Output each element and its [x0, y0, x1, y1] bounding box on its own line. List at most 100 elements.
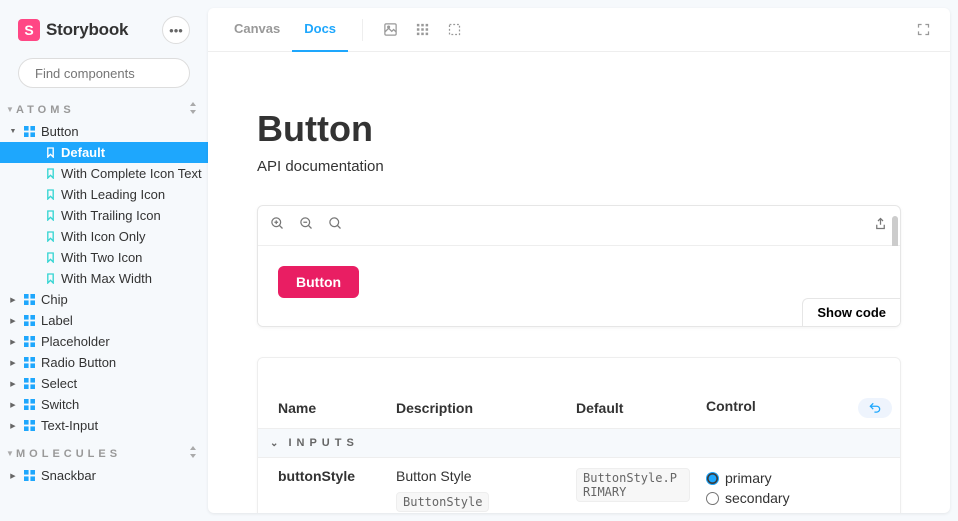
- bookmark-icon: [46, 147, 55, 158]
- tree-item-switch[interactable]: ▶Switch: [0, 394, 208, 415]
- sort-icon[interactable]: [188, 446, 198, 461]
- caret-down-icon: ▼: [8, 128, 18, 135]
- tree-item-trailing-icon[interactable]: ▶ With Trailing Icon: [0, 205, 208, 226]
- grid-addon-icon[interactable]: [409, 17, 435, 43]
- sort-icon[interactable]: [188, 102, 198, 117]
- args-section-inputs[interactable]: ⌄ INPUTS: [258, 429, 900, 458]
- tree-item-max-width[interactable]: ▶ With Max Width: [0, 268, 208, 289]
- tree-item-placeholder[interactable]: ▶Placeholder: [0, 331, 208, 352]
- component-icon: [24, 399, 35, 410]
- app-name: Storybook: [46, 20, 128, 40]
- tree-item-chip[interactable]: ▶Chip: [0, 289, 208, 310]
- show-code-button[interactable]: Show code: [802, 298, 900, 326]
- component-icon: [24, 357, 35, 368]
- bookmark-icon: [46, 252, 55, 263]
- tree-item-select[interactable]: ▶Select: [0, 373, 208, 394]
- tree-item-complete-icon-text[interactable]: ▶ With Complete Icon Text: [0, 163, 208, 184]
- caret-right-icon: ▶: [8, 317, 18, 325]
- toolbar-divider: [362, 19, 363, 41]
- preview-toolbar: [258, 206, 900, 246]
- main-panel: Canvas Docs Button API documentation: [208, 8, 950, 513]
- ellipsis-icon: •••: [169, 23, 183, 38]
- arg-name: buttonStyle: [258, 458, 388, 514]
- caret-right-icon: ▶: [8, 401, 18, 409]
- caret-right-icon: ▶: [8, 338, 18, 346]
- tree-item-snackbar[interactable]: ▶Snackbar: [0, 465, 208, 486]
- tree-item-text-input[interactable]: ▶Text-Input: [0, 415, 208, 436]
- args-table: Name Description Default Control: [258, 388, 900, 513]
- tree-item-label[interactable]: ▶Label: [0, 310, 208, 331]
- arg-description-cell: Button Style ButtonStyle: [388, 458, 568, 514]
- component-icon: [24, 336, 35, 347]
- caret-right-icon: ▶: [8, 422, 18, 430]
- component-icon: [24, 420, 35, 431]
- tree-item-leading-icon[interactable]: ▶ With Leading Icon: [0, 184, 208, 205]
- tree-atoms: ▼ Button ▶ Default ▶ With Complete Icon …: [0, 121, 208, 436]
- component-icon: [24, 294, 35, 305]
- arg-default-cell: ButtonStyle.PRIMARY: [568, 458, 698, 514]
- caret-down-icon: ▼: [6, 449, 16, 458]
- app-logo[interactable]: S Storybook: [18, 19, 154, 41]
- tree-item-default[interactable]: ▶ Default: [0, 142, 208, 163]
- caret-right-icon: ▶: [8, 296, 18, 304]
- args-header-control: Control: [698, 388, 900, 429]
- search-field[interactable]: /: [18, 58, 190, 88]
- fullscreen-icon[interactable]: [910, 17, 936, 43]
- doc-scrollarea[interactable]: Button API documentation Button Show cod…: [208, 52, 950, 513]
- chevron-down-icon: ⌄: [270, 438, 278, 449]
- view-tabs: Canvas Docs: [222, 8, 348, 52]
- open-external-icon[interactable]: [873, 216, 888, 236]
- args-header-description: Description: [388, 388, 568, 429]
- component-icon: [24, 470, 35, 481]
- caret-right-icon: ▶: [8, 359, 18, 367]
- zoom-in-icon[interactable]: [270, 216, 285, 236]
- sidebar-menu-button[interactable]: •••: [162, 16, 190, 44]
- radio-input-primary[interactable]: [706, 472, 719, 485]
- bookmark-icon: [46, 273, 55, 284]
- sidebar-header: S Storybook •••: [0, 0, 208, 54]
- storybook-logo-icon: S: [18, 19, 40, 41]
- radio-input-secondary[interactable]: [706, 492, 719, 505]
- outline-addon-icon[interactable]: [441, 17, 467, 43]
- preview-canvas: Button Show code: [258, 246, 900, 326]
- arg-type: ButtonStyle: [396, 492, 489, 512]
- bookmark-icon: [46, 210, 55, 221]
- background-addon-icon[interactable]: [377, 17, 403, 43]
- zoom-out-icon[interactable]: [299, 216, 314, 236]
- tree-item-two-icon[interactable]: ▶ With Two Icon: [0, 247, 208, 268]
- tab-canvas[interactable]: Canvas: [222, 8, 292, 52]
- preview-box: Button Show code: [257, 205, 901, 327]
- tab-docs[interactable]: Docs: [292, 8, 348, 52]
- radio-primary[interactable]: primary: [706, 468, 892, 488]
- bookmark-icon: [46, 168, 55, 179]
- component-icon: [24, 378, 35, 389]
- undo-icon: [868, 401, 882, 415]
- arg-row-buttonstyle: buttonStyle Button Style ButtonStyle But…: [258, 458, 900, 514]
- section-title: MOLECULES: [16, 448, 121, 460]
- component-icon: [24, 126, 35, 137]
- bookmark-icon: [46, 231, 55, 242]
- sidebar: S Storybook ••• / ▼ ATOMS ▼: [0, 0, 208, 521]
- tree-item-icon-only[interactable]: ▶ With Icon Only: [0, 226, 208, 247]
- args-header-name: Name: [258, 388, 388, 429]
- search-input[interactable]: [35, 66, 208, 81]
- bookmark-icon: [46, 189, 55, 200]
- tree-item-button[interactable]: ▼ Button: [0, 121, 208, 142]
- reset-controls-button[interactable]: [858, 398, 892, 418]
- arg-default: ButtonStyle.PRIMARY: [576, 468, 690, 502]
- caret-down-icon: ▼: [6, 105, 16, 114]
- zoom-reset-icon[interactable]: [328, 216, 343, 236]
- section-header-molecules[interactable]: ▼ MOLECULES: [0, 442, 208, 465]
- section-title: ATOMS: [16, 104, 75, 116]
- radio-secondary[interactable]: secondary: [706, 488, 892, 508]
- section-header-atoms[interactable]: ▼ ATOMS: [0, 98, 208, 121]
- tree-item-radio-button[interactable]: ▶Radio Button: [0, 352, 208, 373]
- component-icon: [24, 315, 35, 326]
- args-header-default: Default: [568, 388, 698, 429]
- caret-right-icon: ▶: [8, 380, 18, 388]
- caret-right-icon: ▶: [8, 472, 18, 480]
- arg-control-cell: primary secondary: [698, 458, 900, 514]
- doc-title: Button: [257, 108, 901, 150]
- demo-button[interactable]: Button: [278, 266, 359, 298]
- toolbar: Canvas Docs: [208, 8, 950, 52]
